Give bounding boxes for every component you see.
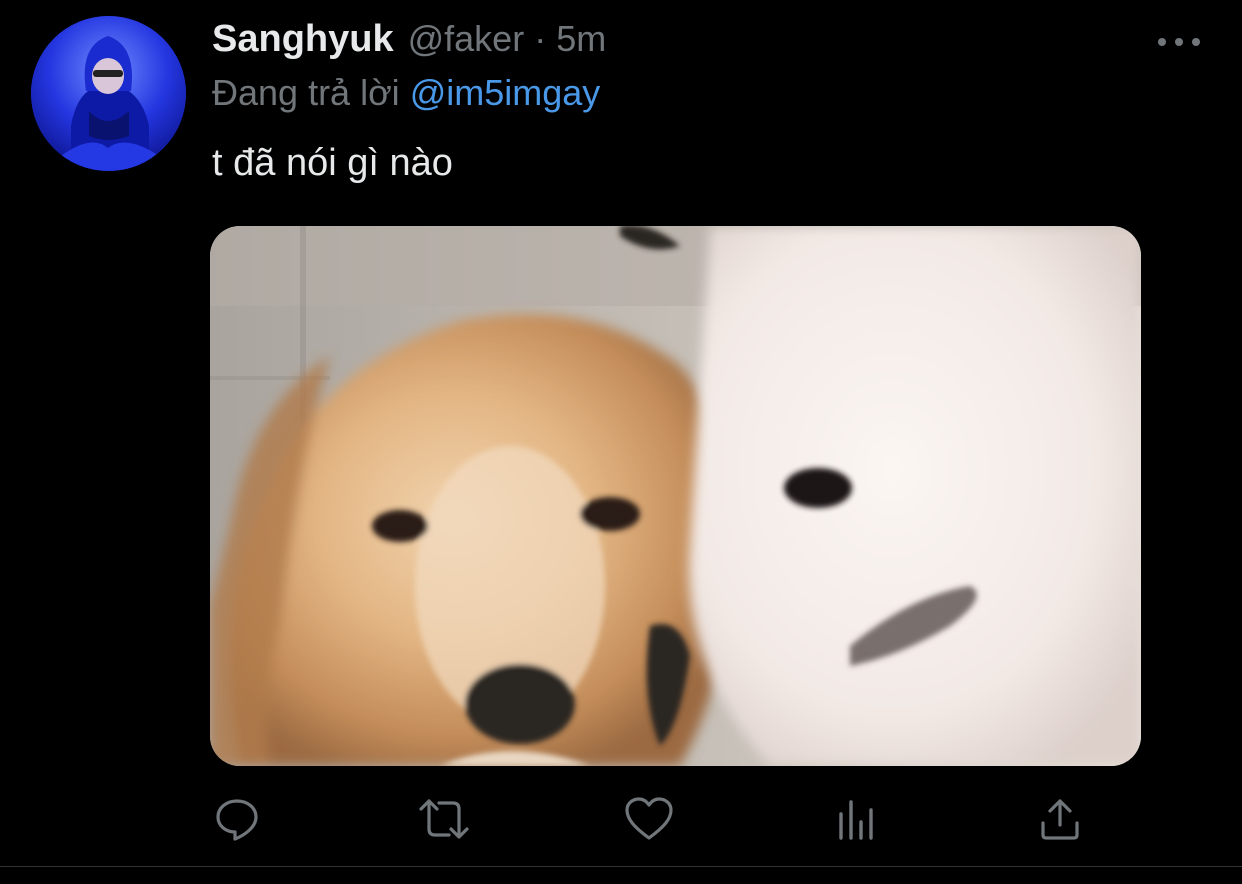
retweet-icon[interactable] <box>417 792 471 846</box>
tweet-text: t đã nói gì nào <box>212 142 453 184</box>
divider <box>0 866 1242 867</box>
replying-to: Đang trả lời @im5imgay <box>212 72 600 114</box>
tweet-actions <box>0 792 1242 846</box>
reply-icon[interactable] <box>210 792 264 846</box>
timestamp[interactable]: 5m <box>556 18 606 60</box>
avatar[interactable] <box>31 16 186 171</box>
display-name[interactable]: Sanghyuk <box>212 18 394 61</box>
avatar-image <box>31 16 186 171</box>
tweet-media-image[interactable] <box>210 226 1141 766</box>
user-handle[interactable]: @faker <box>408 18 525 60</box>
tweet-header: Sanghyuk @faker · 5m <box>212 18 606 68</box>
share-icon[interactable] <box>1033 792 1087 846</box>
analytics-icon[interactable] <box>829 792 883 846</box>
tweet: Sanghyuk @faker · 5m Đang trả lời @im5img… <box>0 0 1242 884</box>
more-horizontal-icon[interactable] <box>1158 30 1200 54</box>
replying-to-label: Đang trả lời <box>212 72 400 113</box>
reply-to-handle[interactable]: @im5imgay <box>410 72 601 113</box>
separator-dot: · <box>534 18 547 59</box>
dogs-photo <box>210 226 1141 766</box>
heart-icon[interactable] <box>622 792 676 846</box>
